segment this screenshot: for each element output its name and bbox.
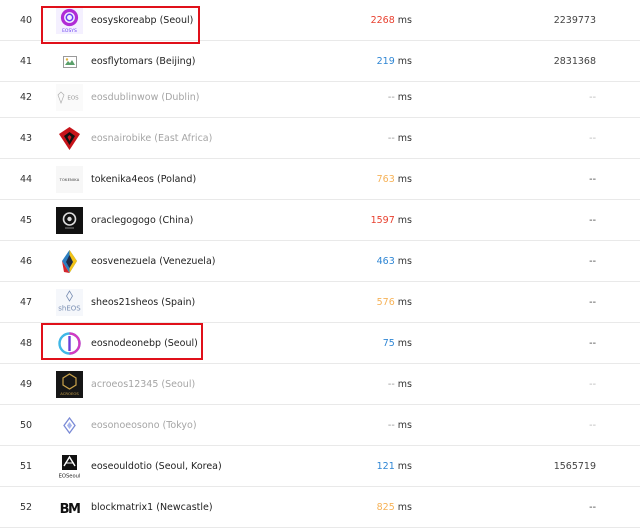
- table-row[interactable]: 41 eosflytomars (Beijing) 219 ms 2831368: [0, 41, 640, 82]
- produced-block-cell: --: [589, 501, 596, 513]
- produced-block-cell: 2831368: [553, 55, 596, 67]
- table-row[interactable]: 43 eosnairobike (East Africa) -- ms --: [0, 118, 640, 159]
- table-row[interactable]: 49 ACROEOS acroeos12345 (Seoul) -- ms --: [0, 364, 640, 405]
- table-row[interactable]: 45 oraclegogogo (China) 1597 ms --: [0, 200, 640, 241]
- table-row[interactable]: 51 EOSeoul eoseouldotio (Seoul, Korea) 121 m…: [0, 446, 640, 487]
- table-row[interactable]: 42 EOS eosdublinwow (Dublin) -- ms --: [0, 77, 640, 118]
- table-row[interactable]: 52 BM blockmatrix1 (Newcastle) 825 ms --: [0, 487, 640, 528]
- produced-block-cell: 1565719: [553, 460, 596, 472]
- produced-block-cell: --: [589, 214, 596, 226]
- produced-block-cell: 2239773: [553, 14, 596, 26]
- table-row[interactable]: 44 TOKENIKA tokenika4eos (Poland) 763 ms --: [0, 159, 640, 200]
- producer-table: 40 EOSYS eosyskoreabp (Seoul) 2268 ms 2239773…: [0, 0, 640, 528]
- produced-block-cell: --: [589, 132, 596, 144]
- table-row[interactable]: 48 eosnodeonebp (Seoul) 75 ms --: [0, 323, 640, 364]
- table-row[interactable]: 50 eosonoeosono (Tokyo) -- ms --: [0, 405, 640, 446]
- produced-block-cell: --: [589, 173, 596, 185]
- produced-block-cell: --: [589, 378, 596, 390]
- produced-block-cell: --: [589, 337, 596, 349]
- table-row[interactable]: 46 eosvenezuela (Venezuela) 463 ms --: [0, 241, 640, 282]
- table-row[interactable]: 47 shEOS sheos21sheos (Spain) 576 ms --: [0, 282, 640, 323]
- table-row[interactable]: 40 EOSYS eosyskoreabp (Seoul) 2268 ms 2239773: [0, 0, 640, 41]
- produced-block-cell: --: [589, 255, 596, 267]
- produced-block-cell: --: [589, 296, 596, 308]
- produced-block-cell: --: [589, 91, 596, 103]
- produced-block-cell: --: [589, 419, 596, 431]
